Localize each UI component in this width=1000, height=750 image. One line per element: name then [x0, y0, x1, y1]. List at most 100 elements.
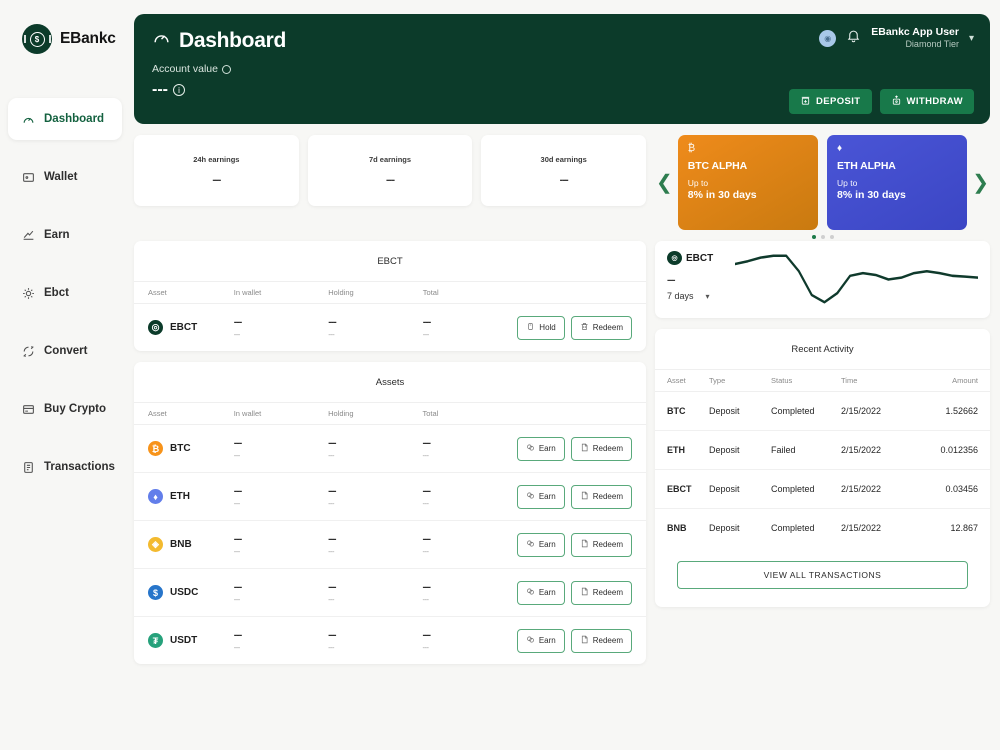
- earn-icon: [526, 587, 535, 598]
- holding-value: ---: [328, 437, 422, 449]
- total-subvalue: ---: [422, 499, 516, 508]
- wallet-icon: [21, 170, 35, 184]
- cell-amount: 12.867: [913, 509, 990, 548]
- redeem-button[interactable]: Redeem: [571, 316, 632, 340]
- ebankc-coin-logo-icon: $: [22, 24, 52, 54]
- redeem-button[interactable]: Redeem: [571, 437, 632, 461]
- column-header-type: Type: [709, 370, 771, 392]
- chevron-down-icon: ▾: [706, 292, 710, 301]
- column-header-total: Total: [423, 282, 518, 304]
- column-header-asset: Asset: [655, 370, 709, 392]
- promo-card-btc-alpha[interactable]: ₿ BTC ALPHA Up to 8% in 30 days: [678, 135, 818, 230]
- sidebar-item-label: Dashboard: [44, 113, 104, 125]
- redeem-button[interactable]: Redeem: [571, 485, 632, 509]
- holding-subvalue: ---: [328, 330, 423, 339]
- earn-button[interactable]: Earn: [517, 581, 565, 605]
- user-info[interactable]: EBankc App User Diamond Tier: [871, 26, 959, 50]
- ebct-table: Asset In wallet Holding Total ◎: [134, 281, 646, 351]
- in-wallet-subvalue: ---: [234, 595, 328, 604]
- cell-total: ------: [422, 425, 516, 473]
- main-content: Dashboard Account value --- i ◉ EBankc A…: [130, 0, 1000, 750]
- deposit-button[interactable]: DEPOSIT: [789, 89, 872, 114]
- sidebar-item-convert[interactable]: Convert: [8, 330, 122, 372]
- account-value-label-text: Account value: [152, 63, 218, 75]
- sidebar-item-wallet[interactable]: Wallet: [8, 156, 122, 198]
- redeem-label: Redeem: [593, 636, 623, 645]
- earn-label: Earn: [539, 540, 556, 549]
- sidebar-item-ebct[interactable]: Ebct: [8, 272, 122, 314]
- asset-name: ETH: [170, 491, 190, 502]
- carousel-dot[interactable]: [812, 235, 816, 239]
- earnings-value: ---: [560, 174, 568, 186]
- promo-card-eth-alpha[interactable]: ♦ ETH ALPHA Up to 8% in 30 days: [827, 135, 967, 230]
- earn-icon: [526, 539, 535, 550]
- column-header-wallet: In wallet: [234, 282, 329, 304]
- cell-type: Deposit: [709, 470, 771, 509]
- view-all-transactions-button[interactable]: VIEW ALL TRANSACTIONS: [677, 561, 968, 589]
- column-header-asset: Asset: [134, 282, 234, 304]
- chevron-down-icon[interactable]: ▾: [969, 33, 974, 44]
- sidebar-item-transactions[interactable]: Transactions: [8, 446, 122, 488]
- cell-holding: ------: [328, 425, 422, 473]
- eth-coin-icon: ♦: [148, 489, 163, 504]
- cell-asset: ETH: [655, 431, 709, 470]
- card-icon: [21, 402, 35, 416]
- holding-value: ---: [328, 485, 422, 497]
- assets-table: Asset In wallet Holding Total ₿BTC------…: [134, 402, 646, 664]
- info-icon[interactable]: i: [173, 84, 185, 96]
- view-all-wrap: VIEW ALL TRANSACTIONS: [655, 548, 990, 607]
- user-name: EBankc App User: [871, 26, 959, 39]
- table-row: ♦ETH------------------EarnRedeem: [134, 473, 646, 521]
- cell-amount: 0.03456: [913, 470, 990, 509]
- cell-asset: BNB: [655, 509, 709, 548]
- cell-actions: Earn Redeem: [517, 569, 646, 617]
- column-header-holding: Holding: [328, 403, 422, 425]
- in-wallet-value: ---: [234, 629, 328, 641]
- redeem-icon: [580, 491, 589, 502]
- holding-subvalue: ---: [328, 499, 422, 508]
- chart-range-select[interactable]: 7 days ▾: [667, 291, 729, 301]
- withdraw-button[interactable]: WITHDRAW: [880, 89, 975, 114]
- earn-button[interactable]: Earn: [517, 629, 565, 653]
- cell-holding: ------: [328, 617, 422, 665]
- eye-icon[interactable]: [222, 65, 231, 74]
- earn-button[interactable]: Earn: [517, 437, 565, 461]
- ebct-table-title: EBCT: [134, 241, 646, 281]
- column-header-status: Status: [771, 370, 841, 392]
- cell-asset: EBCT: [655, 470, 709, 509]
- carousel-prev-button[interactable]: ❮: [655, 173, 674, 193]
- column-header-actions: [517, 282, 646, 304]
- left-column: EBCT Asset In wallet Holding Total: [134, 241, 646, 664]
- sidebar-item-earn[interactable]: Earn: [8, 214, 122, 256]
- hold-button[interactable]: Hold: [517, 316, 564, 340]
- carousel-next-button[interactable]: ❯: [971, 173, 990, 193]
- chart-plot: [735, 251, 978, 306]
- holding-value: ---: [328, 316, 423, 328]
- sidebar-item-dashboard[interactable]: Dashboard: [8, 98, 122, 140]
- bell-icon[interactable]: [846, 28, 861, 48]
- avatar[interactable]: ◉: [819, 30, 836, 47]
- asset-name: BTC: [170, 443, 191, 454]
- withdraw-icon: [891, 95, 902, 109]
- earnings-value: ---: [212, 174, 220, 186]
- redeem-button[interactable]: Redeem: [571, 629, 632, 653]
- column-header-total: Total: [422, 403, 516, 425]
- earn-button[interactable]: Earn: [517, 533, 565, 557]
- earn-label: Earn: [539, 636, 556, 645]
- redeem-icon: [580, 322, 589, 333]
- cell-in-wallet: ------: [234, 569, 328, 617]
- dashboard-header: Dashboard Account value --- i ◉ EBankc A…: [134, 14, 990, 124]
- table-row: $USDC------------------EarnRedeem: [134, 569, 646, 617]
- redeem-icon: [580, 443, 589, 454]
- promo-upto: Up to: [688, 178, 808, 188]
- carousel-dot[interactable]: [830, 235, 834, 239]
- earn-button[interactable]: Earn: [517, 485, 565, 509]
- carousel-dot[interactable]: [821, 235, 825, 239]
- column-header-asset: Asset: [134, 403, 234, 425]
- sidebar-item-buy-crypto[interactable]: Buy Crypto: [8, 388, 122, 430]
- earn-label: Earn: [539, 588, 556, 597]
- redeem-button[interactable]: Redeem: [571, 533, 632, 557]
- cell-status: Completed: [771, 470, 841, 509]
- redeem-button[interactable]: Redeem: [571, 581, 632, 605]
- total-value: ---: [422, 629, 516, 641]
